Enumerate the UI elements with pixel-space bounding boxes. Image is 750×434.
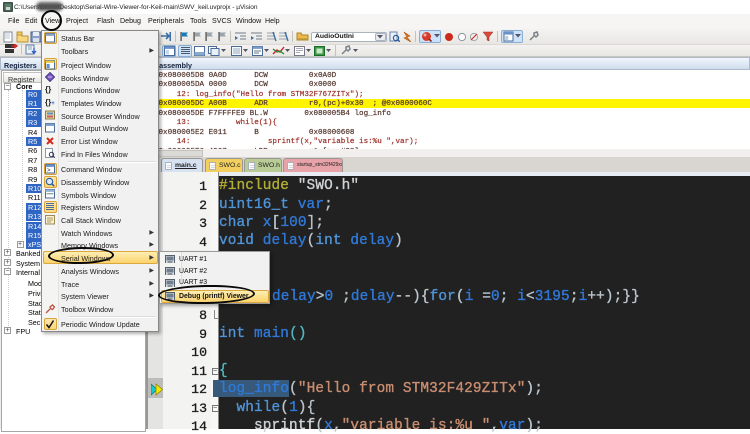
svg-text:>: > xyxy=(47,168,51,174)
